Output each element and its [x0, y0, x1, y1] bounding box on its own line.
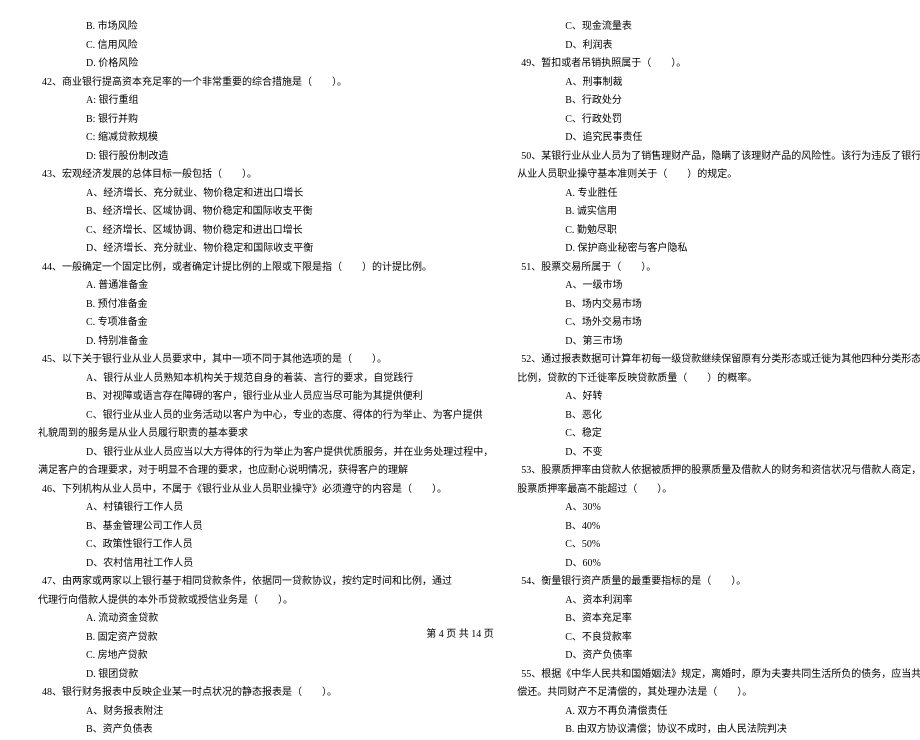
- option-line: D、60%: [517, 555, 920, 574]
- option-line: A、资本利润率: [517, 592, 920, 611]
- option-line: A. 普通准备金: [38, 277, 493, 296]
- option-line: A. 专业胜任: [517, 185, 920, 204]
- option-line: D、不变: [517, 444, 920, 463]
- option-line: C: 缩减贷款规模: [38, 129, 493, 148]
- option-line: C. 勤勉尽职: [517, 222, 920, 241]
- question-line: 53、股票质押率由贷款人依据被质押的股票质量及借款人的财务和资信状况与借款人商定…: [521, 462, 920, 481]
- question-line: 55、根据《中华人民共和国婚姻法》规定，离婚时，原为夫妻共同生活所负的债务，应当…: [521, 666, 920, 685]
- option-line: B、40%: [517, 518, 920, 537]
- question-line: 47、由两家或两家以上银行基于相同贷款条件，依据同一贷款协议，按约定时间和比例，…: [42, 573, 493, 592]
- option-line: D. 特别准备金: [38, 333, 493, 352]
- right-column: C、现金流量表D、利润表49、暂扣或者吊销执照属于（ ）。A、刑事制裁B、行政处…: [517, 18, 920, 612]
- option-line: B. 预付准备金: [38, 296, 493, 315]
- option-line: C、行政处罚: [517, 111, 920, 130]
- left-column: B. 市场风险C. 信用风险D. 价格风险42、商业银行提高资本充足率的一个非常…: [38, 18, 493, 612]
- question-line: 54、衡量银行资产质量的最重要指标的是（ ）。: [521, 573, 920, 592]
- question-line: 44、一般确定一个固定比例，或者确定计提比例的上限或下限是指（ ）的计提比例。: [42, 259, 493, 278]
- option-line: D. 价格风险: [38, 55, 493, 74]
- option-line: A、刑事制裁: [517, 74, 920, 93]
- question-line: 49、暂扣或者吊销执照属于（ ）。: [521, 55, 920, 74]
- option-line: D、农村信用社工作人员: [38, 555, 493, 574]
- option-line: B. 诚实信用: [517, 203, 920, 222]
- option-line: B、对视障或语言存在障碍的客户，银行业从业人员应当尽可能为其提供便利: [38, 388, 493, 407]
- option-line: A: 银行重组: [38, 92, 493, 111]
- option-line: D. 银团贷款: [38, 666, 493, 685]
- continuation-line: 偿还。共同财产不足清偿的，其处理办法是（ ）。: [517, 684, 920, 703]
- option-line: A、一级市场: [517, 277, 920, 296]
- option-line: B、恶化: [517, 407, 920, 426]
- page-footer: 第 4 页 共 14 页: [0, 625, 920, 640]
- question-line: 46、下列机构从业人员中，不属于《银行业从业人员职业操守》必须遵守的内容是（ ）…: [42, 481, 493, 500]
- option-line: A. 双方不再负清偿责任: [517, 703, 920, 722]
- question-line: 42、商业银行提高资本充足率的一个非常重要的综合措施是（ ）。: [42, 74, 493, 93]
- option-line: C、现金流量表: [517, 18, 920, 37]
- option-line: A、银行从业人员熟知本机构关于规范自身的着装、言行的要求，自觉践行: [38, 370, 493, 389]
- option-line: C、银行业从业人员的业务活动以客户为中心，专业的态度、得体的行为举止、为客户提供: [38, 407, 493, 426]
- option-line: D. 保护商业秘密与客户隐私: [517, 240, 920, 259]
- option-line: D、经济增长、充分就业、物价稳定和国际收支平衡: [38, 240, 493, 259]
- continuation-line: 股票质押率最高不能超过（ ）。: [517, 481, 920, 500]
- option-line: C、政策性银行工作人员: [38, 536, 493, 555]
- option-line: B、基金管理公司工作人员: [38, 518, 493, 537]
- option-line: D、追究民事责任: [517, 129, 920, 148]
- question-line: 48、银行财务报表中反映企业某一时点状况的静态报表是（ ）。: [42, 684, 493, 703]
- continuation-line: 礼貌周到的服务是从业人员履行职责的基本要求: [38, 425, 493, 444]
- option-line: A、好转: [517, 388, 920, 407]
- option-line: C、50%: [517, 536, 920, 555]
- question-line: 52、通过报表数据可计算年初每一级贷款继续保留原有分类形态或迁徙为其他四种分类形…: [521, 351, 920, 370]
- question-line: 51、股票交易所属于（ ）。: [521, 259, 920, 278]
- option-line: A、经济增长、充分就业、物价稳定和进出口增长: [38, 185, 493, 204]
- option-line: B、场内交易市场: [517, 296, 920, 315]
- page-columns: B. 市场风险C. 信用风险D. 价格风险42、商业银行提高资本充足率的一个非常…: [38, 18, 882, 612]
- option-line: C、场外交易市场: [517, 314, 920, 333]
- question-line: 50、某银行业从业人员为了销售理财产品，隐瞒了该理财产品的风险性。该行为违反了银…: [521, 148, 920, 167]
- continuation-line: 代理行向借款人提供的本外币贷款或授信业务是（ ）。: [38, 592, 493, 611]
- option-line: A、财务报表附注: [38, 703, 493, 722]
- option-line: C、稳定: [517, 425, 920, 444]
- option-line: D、银行业从业人员应当以大方得体的行为举止为客户提供优质服务，并在业务处理过程中…: [38, 444, 493, 463]
- option-line: B. 市场风险: [38, 18, 493, 37]
- option-line: B、行政处分: [517, 92, 920, 111]
- continuation-line: 满足客户的合理要求，对于明显不合理的要求，也应耐心说明情况，获得客户的理解: [38, 462, 493, 481]
- option-line: C. 专项准备金: [38, 314, 493, 333]
- continuation-line: 比例，贷款的下迁徙率反映贷款质量（ ）的概率。: [517, 370, 920, 389]
- option-line: C. 信用风险: [38, 37, 493, 56]
- option-line: A、30%: [517, 499, 920, 518]
- option-line: D、利润表: [517, 37, 920, 56]
- option-line: B: 银行并购: [38, 111, 493, 130]
- option-line: D、第三市场: [517, 333, 920, 352]
- option-line: A、村镇银行工作人员: [38, 499, 493, 518]
- option-line: B、经济增长、区域协调、物价稳定和国际收支平衡: [38, 203, 493, 222]
- question-line: 45、以下关于银行业从业人员要求中，其中一项不同于其他选项的是（ ）。: [42, 351, 493, 370]
- option-line: D: 银行股份制改造: [38, 148, 493, 167]
- option-line: C、经济增长、区域协调、物价稳定和进出口增长: [38, 222, 493, 241]
- option-line: B. 由双方协议清偿；协议不成时，由人民法院判决: [517, 721, 920, 740]
- continuation-line: 从业人员职业操守基本准则关于（ ）的规定。: [517, 166, 920, 185]
- option-line: B、资产负债表: [38, 721, 493, 740]
- question-line: 43、宏观经济发展的总体目标一般包括（ ）。: [42, 166, 493, 185]
